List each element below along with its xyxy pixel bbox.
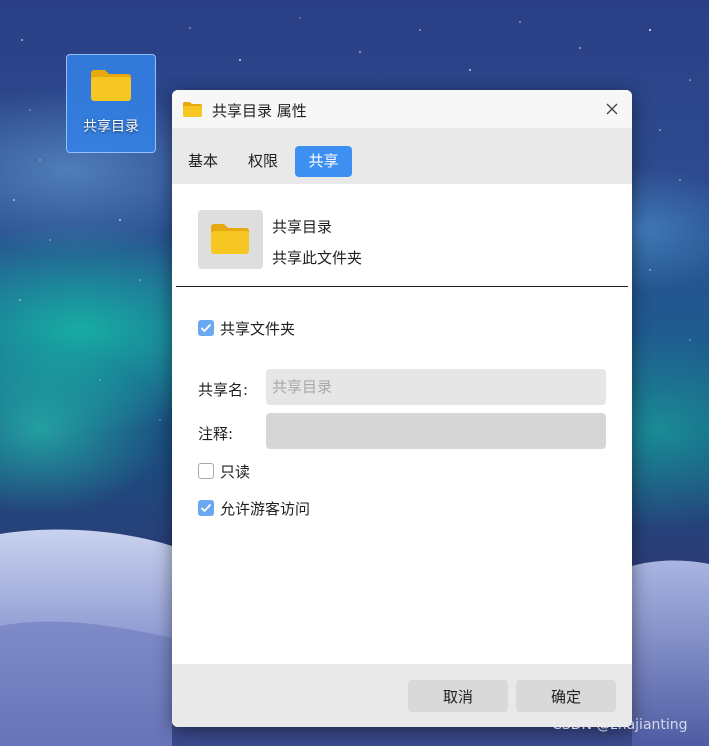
checkbox-checked-icon bbox=[198, 500, 214, 516]
checkbox-checked-icon bbox=[198, 320, 214, 336]
folder-preview bbox=[198, 210, 263, 269]
dialog-titlebar[interactable]: 共享目录 属性 bbox=[172, 90, 632, 128]
folder-icon bbox=[182, 101, 203, 118]
share-folder-label: 共享文件夹 bbox=[220, 319, 296, 338]
comment-input[interactable] bbox=[266, 413, 606, 449]
comment-label: 注释: bbox=[198, 425, 234, 443]
dialog-title: 共享目录 属性 bbox=[212, 102, 307, 120]
properties-dialog: 共享目录 属性 基本 权限 共享 共享目录 共享此文件夹 共享文件夹 共享名: … bbox=[172, 90, 632, 727]
read-only-label: 只读 bbox=[220, 462, 251, 481]
read-only-checkbox[interactable]: 只读 bbox=[198, 461, 250, 481]
tab-bar: 基本 权限 共享 bbox=[172, 128, 632, 184]
watermark-text: CSDN @zhajianting bbox=[552, 717, 688, 733]
allow-guest-label: 允许游客访问 bbox=[220, 499, 311, 518]
close-button[interactable] bbox=[600, 97, 624, 121]
tab-permissions[interactable]: 权限 bbox=[235, 146, 291, 177]
folder-icon bbox=[209, 221, 251, 256]
tab-share[interactable]: 共享 bbox=[295, 146, 352, 177]
desktop-folder-shortcut[interactable]: 共享目录 bbox=[66, 54, 156, 153]
folder-description: 共享此文件夹 bbox=[272, 249, 363, 267]
share-name-label: 共享名: bbox=[198, 381, 249, 399]
section-divider bbox=[176, 286, 628, 287]
desktop-folder-label: 共享目录 bbox=[83, 119, 139, 135]
folder-name: 共享目录 bbox=[272, 218, 333, 236]
cancel-button[interactable]: 取消 bbox=[408, 680, 508, 712]
share-header: 共享目录 共享此文件夹 bbox=[172, 184, 632, 288]
close-icon bbox=[606, 103, 618, 115]
share-folder-checkbox[interactable]: 共享文件夹 bbox=[198, 318, 295, 338]
tab-basic[interactable]: 基本 bbox=[175, 146, 231, 177]
checkbox-unchecked-icon bbox=[198, 463, 214, 479]
folder-icon bbox=[89, 67, 133, 103]
share-name-input[interactable] bbox=[266, 369, 606, 405]
ok-button[interactable]: 确定 bbox=[516, 680, 616, 712]
allow-guest-checkbox[interactable]: 允许游客访问 bbox=[198, 498, 310, 518]
